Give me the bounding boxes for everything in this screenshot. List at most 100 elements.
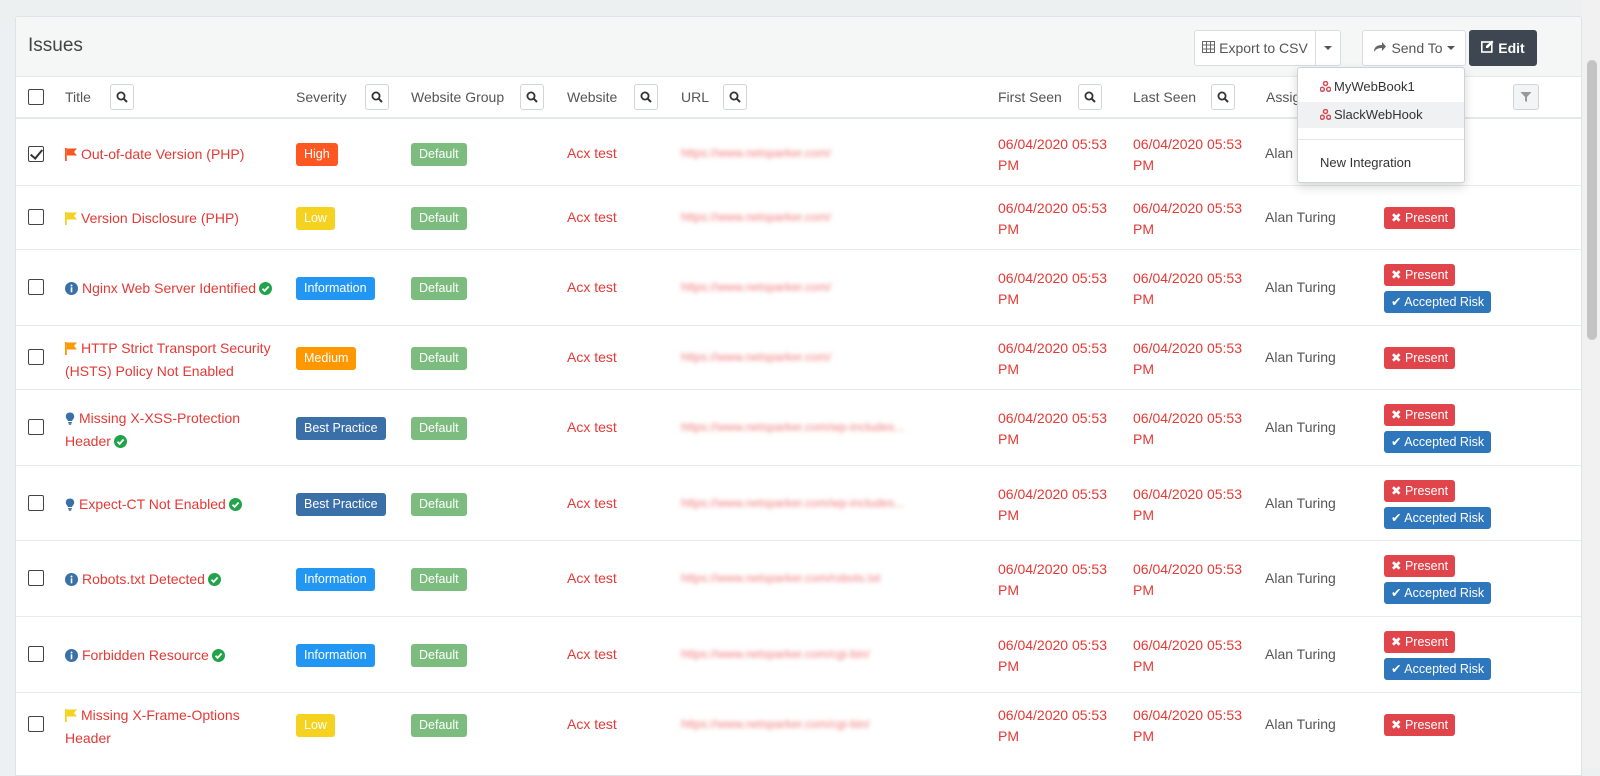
column-last-seen: Last Seen bbox=[1133, 89, 1197, 105]
first-seen-date: 06/04/2020 05:53 PM bbox=[998, 561, 1107, 598]
check-circle-icon: ✔ bbox=[1391, 295, 1402, 309]
row-checkbox[interactable] bbox=[28, 419, 44, 435]
website-group-badge: Default bbox=[411, 417, 467, 440]
website-link[interactable]: Acx test bbox=[567, 419, 617, 435]
last-seen-date: 06/04/2020 05:53 PM bbox=[1133, 270, 1242, 307]
url-link[interactable]: https://www.netsparker.com/robots.txt bbox=[681, 571, 880, 585]
website-link[interactable]: Acx test bbox=[567, 279, 617, 295]
issue-title-link[interactable]: Robots.txt Detected bbox=[65, 569, 290, 592]
website-link[interactable]: Acx test bbox=[567, 349, 617, 365]
status-present-badge: ✖ Present bbox=[1384, 631, 1456, 653]
webhook-icon bbox=[1319, 103, 1332, 129]
table-row[interactable]: Missing X-XSS-Protection Header Best Pra… bbox=[16, 390, 1581, 466]
assignee-name: Alan Turing bbox=[1265, 646, 1336, 662]
flag-icon bbox=[65, 707, 77, 728]
table-row[interactable]: Robots.txt Detected Information Default … bbox=[16, 541, 1581, 617]
url-link[interactable]: https://www.netsparker.com/ bbox=[681, 350, 831, 364]
close-circle-icon: ✖ bbox=[1391, 268, 1402, 282]
website-group-badge: Default bbox=[411, 347, 467, 370]
website-link[interactable]: Acx test bbox=[567, 209, 617, 225]
check-circle-icon bbox=[113, 433, 127, 454]
url-link[interactable]: https://www.netsparker.com/cgi-bin/ bbox=[681, 647, 870, 661]
webhook-icon bbox=[1319, 75, 1332, 101]
url-link[interactable]: https://www.netsparker.com/ bbox=[681, 210, 831, 224]
severity-badge: Low bbox=[296, 714, 335, 737]
search-icon bbox=[116, 91, 128, 103]
issue-title-link[interactable]: Forbidden Resource bbox=[65, 645, 290, 668]
website-link[interactable]: Acx test bbox=[567, 495, 617, 511]
website-group-search-button[interactable] bbox=[520, 84, 544, 110]
lightbulb-icon bbox=[65, 496, 75, 517]
website-search-button[interactable] bbox=[634, 84, 658, 110]
last-seen-search-button[interactable] bbox=[1211, 84, 1235, 110]
severity-search-button[interactable] bbox=[365, 84, 389, 110]
issue-title-link[interactable]: Out-of-date Version (PHP) bbox=[65, 144, 290, 167]
vertical-scrollbar[interactable] bbox=[1582, 0, 1600, 768]
menu-item-new-integration[interactable]: New Integration bbox=[1298, 150, 1464, 176]
assignee-name: Alan Turing bbox=[1265, 419, 1336, 435]
table-row[interactable]: Missing X-Frame-Options Header Low Defau… bbox=[16, 693, 1581, 775]
select-all-checkbox[interactable] bbox=[28, 89, 44, 105]
issue-title-link[interactable]: HTTP Strict Transport Security (HSTS) Po… bbox=[65, 338, 290, 382]
issue-title-link[interactable]: Missing X-XSS-Protection Header bbox=[65, 408, 290, 454]
column-filter-button[interactable] bbox=[1513, 84, 1539, 110]
table-row[interactable]: Forbidden Resource Information Default A… bbox=[16, 617, 1581, 693]
row-checkbox[interactable] bbox=[28, 209, 44, 225]
website-link[interactable]: Acx test bbox=[567, 716, 617, 732]
search-icon bbox=[729, 91, 741, 103]
row-checkbox[interactable] bbox=[28, 349, 44, 365]
edit-label: Edit bbox=[1498, 40, 1525, 56]
row-checkbox[interactable] bbox=[28, 716, 44, 732]
menu-item-mywebbook1[interactable]: MyWebBook1 bbox=[1298, 74, 1464, 100]
scrollbar-thumb[interactable] bbox=[1587, 60, 1597, 340]
table-row[interactable]: HTTP Strict Transport Security (HSTS) Po… bbox=[16, 326, 1581, 390]
share-icon bbox=[1373, 40, 1387, 56]
info-icon bbox=[65, 571, 78, 592]
website-link[interactable]: Acx test bbox=[567, 145, 617, 161]
export-csv-button[interactable]: Export to CSV bbox=[1194, 30, 1316, 66]
website-group-badge: Default bbox=[411, 143, 467, 166]
status-present-badge: ✖ Present bbox=[1384, 555, 1456, 577]
issue-title-link[interactable]: Nginx Web Server Identified bbox=[65, 278, 290, 301]
website-link[interactable]: Acx test bbox=[567, 570, 617, 586]
first-seen-search-button[interactable] bbox=[1078, 84, 1102, 110]
lightbulb-icon bbox=[65, 410, 75, 431]
table-row[interactable]: Expect-CT Not Enabled Best Practice Defa… bbox=[16, 466, 1581, 541]
status-accepted-risk-badge: ✔ Accepted Risk bbox=[1384, 431, 1492, 453]
severity-badge: Information bbox=[296, 644, 375, 667]
issue-title-link[interactable]: Expect-CT Not Enabled bbox=[65, 494, 290, 517]
title-search-button[interactable] bbox=[110, 84, 134, 110]
url-search-button[interactable] bbox=[723, 84, 747, 110]
column-severity: Severity bbox=[296, 89, 347, 105]
export-csv-label: Export to CSV bbox=[1219, 40, 1308, 56]
close-circle-icon: ✖ bbox=[1391, 211, 1402, 225]
url-link[interactable]: https://www.netsparker.com/wp-includes..… bbox=[681, 420, 904, 434]
search-icon bbox=[1217, 91, 1229, 103]
chevron-down-icon bbox=[1324, 46, 1332, 50]
row-checkbox[interactable] bbox=[28, 646, 44, 662]
table-row[interactable]: Nginx Web Server Identified Information … bbox=[16, 250, 1581, 326]
last-seen-date: 06/04/2020 05:53 PM bbox=[1133, 410, 1242, 447]
first-seen-date: 06/04/2020 05:53 PM bbox=[998, 340, 1107, 377]
column-title: Title bbox=[65, 89, 91, 105]
website-link[interactable]: Acx test bbox=[567, 646, 617, 662]
issue-title-link[interactable]: Version Disclosure (PHP) bbox=[65, 208, 290, 231]
url-link[interactable]: https://www.netsparker.com/wp-includes..… bbox=[681, 496, 904, 510]
row-checkbox[interactable] bbox=[28, 495, 44, 511]
export-options-toggle[interactable] bbox=[1315, 30, 1341, 66]
status-present-badge: ✖ Present bbox=[1384, 264, 1456, 286]
last-seen-date: 06/04/2020 05:53 PM bbox=[1133, 637, 1242, 674]
edit-button[interactable]: Edit bbox=[1469, 30, 1537, 66]
issue-title-link[interactable]: Missing X-Frame-Options Header bbox=[65, 705, 290, 749]
url-link[interactable]: https://www.netsparker.com/ bbox=[681, 146, 831, 160]
url-link[interactable]: https://www.netsparker.com/cgi-bin/ bbox=[681, 717, 870, 731]
menu-item-slackwebhook[interactable]: SlackWebHook bbox=[1298, 102, 1464, 128]
assignee-name: Alan Turing bbox=[1265, 349, 1336, 365]
row-checkbox[interactable] bbox=[28, 279, 44, 295]
url-link[interactable]: https://www.netsparker.com/ bbox=[681, 280, 831, 294]
menu-divider bbox=[1298, 139, 1464, 140]
table-row[interactable]: Version Disclosure (PHP) Low Default Acx… bbox=[16, 186, 1581, 250]
send-to-button[interactable]: Send To bbox=[1362, 30, 1466, 66]
row-checkbox[interactable] bbox=[28, 570, 44, 586]
row-checkbox[interactable] bbox=[28, 146, 44, 162]
